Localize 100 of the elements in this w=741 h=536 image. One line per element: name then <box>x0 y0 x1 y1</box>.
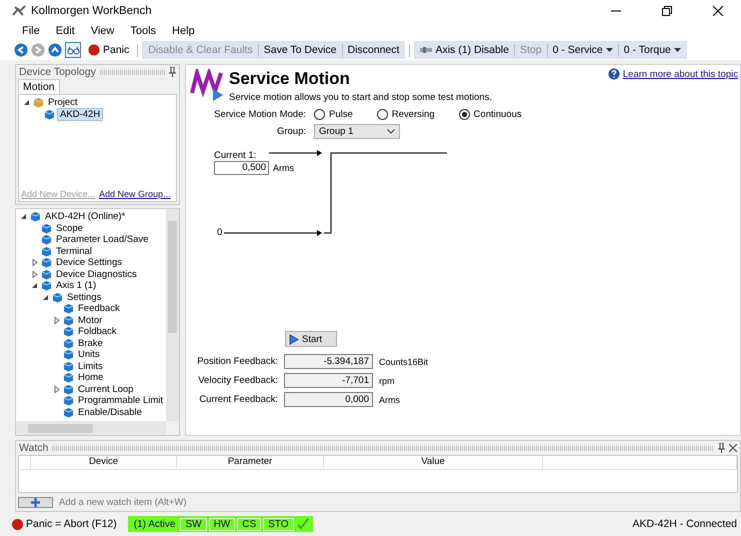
add-button[interactable] <box>18 496 53 508</box>
tree-item[interactable]: Axis 1 (1) <box>54 280 98 292</box>
status-flag: HW <box>208 518 236 530</box>
tree-item[interactable]: Device Diagnostics <box>54 268 139 280</box>
tree-item[interactable]: Scope <box>54 222 85 234</box>
toolbar-button[interactable]: Disconnect <box>344 43 404 57</box>
expand-icon[interactable] <box>30 270 39 279</box>
node-icon <box>30 211 41 222</box>
glasses-toggle[interactable] <box>65 42 81 58</box>
menu-item[interactable]: Help <box>164 25 203 37</box>
expand-icon[interactable] <box>52 384 61 394</box>
mode-radio[interactable]: Reversing <box>376 109 435 120</box>
node-icon <box>63 314 74 326</box>
axis-disable-button[interactable]: Axis (1) Disable <box>416 43 513 57</box>
expand-icon[interactable] <box>52 316 61 325</box>
tree-item[interactable]: Limits <box>76 360 105 372</box>
tree-item[interactable]: Units <box>76 349 102 360</box>
tree-item[interactable]: Terminal <box>54 246 94 257</box>
column-header[interactable]: Value <box>324 456 543 469</box>
group-dropdown[interactable]: Group 1 <box>314 124 400 139</box>
tree-item[interactable]: Project <box>46 97 80 108</box>
close-icon[interactable] <box>713 6 723 16</box>
service-motion-icon <box>189 69 225 103</box>
scrollbar[interactable] <box>166 209 179 421</box>
chevron-icon <box>387 129 395 134</box>
restore-icon[interactable] <box>662 6 672 16</box>
up-icon[interactable] <box>48 43 62 57</box>
radio-icon[interactable] <box>376 109 388 120</box>
node-icon <box>41 268 52 280</box>
mode-dropdown[interactable]: 0 - Torque <box>620 43 685 57</box>
tree-item[interactable]: Motor <box>76 314 104 326</box>
panel-title: Device Topology <box>19 66 96 78</box>
column-header[interactable]: Device <box>31 456 177 469</box>
page-title: Service Motion <box>229 69 351 89</box>
collapse-icon[interactable] <box>19 212 28 222</box>
tree-item[interactable]: Brake <box>76 338 105 349</box>
menu-item[interactable]: Edit <box>48 25 83 37</box>
tree-item[interactable]: Settings <box>65 292 104 303</box>
status-text: (1) Active <box>132 518 176 530</box>
tree-item[interactable]: Current Loop <box>76 384 136 395</box>
tree-item[interactable]: Enable/Disable <box>76 406 144 418</box>
toolbar-button[interactable]: Save To Device <box>260 43 340 57</box>
node-icon <box>63 326 74 338</box>
current-input[interactable]: 0,500 <box>214 161 269 175</box>
column-header[interactable]: Parameter <box>177 456 324 469</box>
collapse-icon[interactable] <box>41 292 50 302</box>
feedback-label: Current Feedback: <box>198 394 278 405</box>
close-icon[interactable] <box>729 444 737 452</box>
panic-icon <box>12 518 23 530</box>
help-icon <box>608 68 620 80</box>
tree-item[interactable]: Home <box>76 372 106 384</box>
unit-label: Arms <box>273 163 294 173</box>
tree-item[interactable]: AKD-42H (Online)* <box>43 211 128 222</box>
radio-icon[interactable] <box>458 109 470 120</box>
menu-item[interactable]: View <box>82 25 122 37</box>
node-icon <box>52 292 63 303</box>
feedback-label: Position Feedback: <box>196 356 278 367</box>
status-flag: CS <box>237 518 262 530</box>
node-icon <box>63 406 74 418</box>
node-icon <box>63 338 74 349</box>
unit-label: Counts16Bit <box>379 356 430 366</box>
start-button[interactable]: Start <box>285 331 337 347</box>
play-icon <box>289 334 299 344</box>
node-icon <box>63 372 74 384</box>
current-label: Current 1: <box>214 150 256 161</box>
menu-item[interactable]: File <box>14 25 48 37</box>
field-label: Service Motion Mode: <box>213 109 306 120</box>
mode-radio[interactable]: Pulse <box>314 109 353 120</box>
tree-item[interactable]: Feedback <box>76 303 122 314</box>
pin-icon[interactable] <box>718 443 725 453</box>
back-icon[interactable] <box>14 43 28 57</box>
tree-item[interactable]: Foldback <box>76 326 119 338</box>
node-icon <box>41 280 52 292</box>
axis-icon <box>420 47 432 53</box>
panic-icon <box>88 44 100 56</box>
panic-hint: Panic = Abort (F12) <box>26 518 117 530</box>
pin-icon[interactable] <box>169 67 176 77</box>
panel-tab[interactable]: Motion <box>18 79 60 94</box>
status-flag: SW <box>180 518 207 530</box>
radio-icon[interactable] <box>314 109 325 120</box>
tree-item[interactable]: AKD-42H <box>57 108 104 121</box>
unit-label: rpm <box>379 376 396 386</box>
feedback-value: -5.394,187 <box>284 354 373 369</box>
collapse-icon[interactable] <box>30 281 39 290</box>
add-link[interactable]: Add New Group... <box>99 189 171 199</box>
expand-icon[interactable] <box>30 258 39 268</box>
collapse-icon[interactable] <box>22 98 31 108</box>
zero-label: 0 <box>217 227 222 238</box>
node-icon <box>41 222 52 234</box>
mode-dropdown[interactable]: 0 - Service <box>548 43 617 57</box>
tree-item[interactable]: Device Settings <box>54 257 124 268</box>
node-icon <box>63 395 74 406</box>
watch-input[interactable]: Add a new watch item (Alt+W) <box>57 496 261 508</box>
scrollbar[interactable] <box>16 421 166 435</box>
tree-item[interactable]: Programmable Limit <box>76 395 165 406</box>
menu-item[interactable]: Tools <box>122 25 164 37</box>
help-link[interactable]: Learn more about this topic <box>622 68 738 80</box>
panic-button[interactable]: Panic <box>84 43 134 57</box>
tree-item[interactable]: Parameter Load/Save <box>54 234 150 246</box>
mode-radio[interactable]: Continuous <box>458 109 522 120</box>
